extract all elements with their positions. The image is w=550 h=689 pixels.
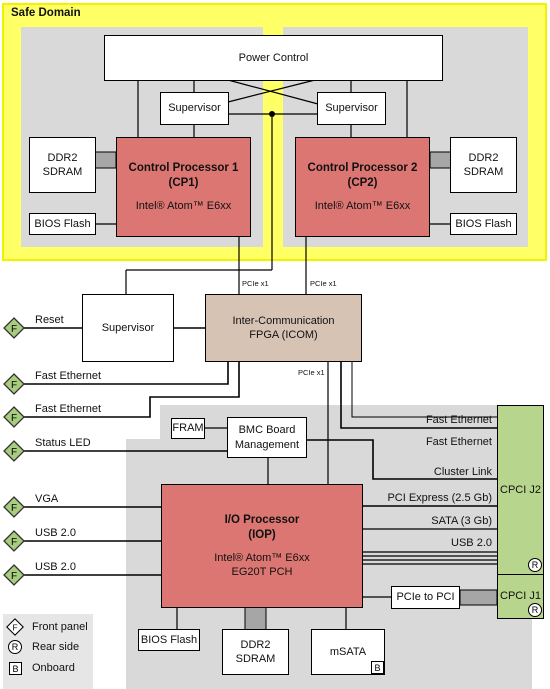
- legend-label-onboard: Onboard: [32, 662, 75, 674]
- supervisor-1-block: Supervisor: [160, 92, 229, 125]
- svg-text:F: F: [11, 503, 17, 514]
- ddr2-iop-block: DDR2 SDRAM: [222, 629, 289, 675]
- rear-badge-j1: R: [528, 603, 542, 617]
- front-panel-icon: F: [3, 496, 25, 518]
- bmc-block: BMC Board Management: [227, 417, 307, 458]
- svg-text:F: F: [11, 571, 17, 582]
- front-panel-icon: F: [3, 530, 25, 552]
- cp2-chip: Intel® Atom™ E6xx: [314, 199, 411, 212]
- svg-text:F: F: [11, 537, 17, 548]
- cp1-title: Control Processor 1: [128, 161, 239, 174]
- cp1-block: Control Processor 1 (CP1) Intel® Atom™ E…: [116, 137, 251, 237]
- front-panel-label: USB 2.0: [35, 527, 76, 539]
- onboard-badge: B: [371, 661, 384, 674]
- supervisor-2-block: Supervisor: [317, 92, 386, 125]
- cp2-block: Control Processor 2 (CP2) Intel® Atom™ E…: [295, 137, 430, 237]
- iop-abbrev: (IOP): [248, 528, 276, 541]
- front-panel-label: USB 2.0: [35, 561, 76, 573]
- front-panel-label: Fast Ethernet: [35, 403, 102, 415]
- svg-text:F: F: [11, 447, 17, 458]
- cpci-j2-connector: CPCI J2: [497, 405, 544, 575]
- pcie-to-pci-block: PCIe to PCI: [391, 586, 460, 609]
- icom-line1: Inter-Communication: [232, 314, 335, 327]
- ddr2-line1: DDR2: [240, 638, 271, 651]
- ddr2-cp1-block: DDR2 SDRAM: [29, 137, 96, 193]
- ddr2-line1: DDR2: [47, 151, 78, 164]
- bmc-line2: Management: [234, 438, 300, 451]
- rear-link-label: SATA (3 Gb): [431, 515, 492, 527]
- icom-fpga-block: Inter-Communication FPGA (ICOM): [205, 294, 362, 362]
- pcie-iop-label: PCIe x1: [298, 368, 325, 377]
- rear-link-label: Fast Ethernet: [425, 414, 492, 426]
- iop-block: I/O Processor (IOP) Intel® Atom™ E6xx EG…: [161, 484, 363, 608]
- icom-line2: FPGA (ICOM): [249, 329, 318, 341]
- ddr2-line2: SDRAM: [235, 653, 276, 665]
- rear-badge-j2: R: [528, 558, 542, 572]
- bios-flash-cp1-block: BIOS Flash: [29, 213, 96, 235]
- cp2-title: Control Processor 2: [307, 161, 418, 174]
- svg-text:F: F: [11, 380, 17, 391]
- front-panel-icon: F: [3, 564, 25, 586]
- front-panel-label: VGA: [35, 493, 59, 505]
- bios-flash-cp2-block: BIOS Flash: [450, 213, 517, 235]
- cp1-abbrev: (CP1): [168, 176, 199, 189]
- bios-flash-iop-block: BIOS Flash: [138, 629, 200, 651]
- legend-label-rear: Rear side: [32, 641, 80, 653]
- rear-side-legend-icon: R: [8, 640, 22, 654]
- ddr2-cp2-block: DDR2 SDRAM: [450, 137, 517, 193]
- bmc-line1: BMC Board: [238, 424, 296, 437]
- svg-text:F: F: [11, 413, 17, 424]
- block-diagram: Safe Domain Power Control Supervisor Sup…: [0, 0, 550, 689]
- front-panel-label: Reset: [35, 314, 64, 326]
- svg-text:F: F: [13, 623, 18, 632]
- front-panel-label: Fast Ethernet: [35, 370, 102, 382]
- legend-label-front: Front panel: [32, 621, 88, 633]
- rear-link-label: PCI Express (2.5 Gb): [387, 492, 492, 504]
- svg-text:F: F: [11, 324, 17, 335]
- front-panel-icon: F: [3, 317, 25, 339]
- iop-chip: Intel® Atom™ E6xx: [214, 551, 310, 564]
- rear-link-label: USB 2.0: [451, 537, 492, 549]
- front-panel-icon: F: [3, 440, 25, 462]
- front-panel-icon: F: [3, 406, 25, 428]
- front-panel-legend-icon: F: [6, 618, 24, 636]
- cp2-abbrev: (CP2): [347, 176, 378, 189]
- iop-pch: EG20T PCH: [231, 565, 293, 578]
- ddr2-line2: SDRAM: [42, 166, 83, 178]
- fram-block: FRAM: [171, 418, 205, 439]
- iop-title: I/O Processor: [224, 513, 300, 526]
- ddr2-line2: SDRAM: [463, 166, 504, 178]
- pcie-cp2-label: PCIe x1: [310, 279, 337, 288]
- ddr2-line1: DDR2: [468, 151, 499, 164]
- front-panel-label: Status LED: [35, 437, 91, 449]
- supervisor-main-block: Supervisor: [82, 294, 174, 362]
- onboard-legend-icon: B: [9, 662, 22, 675]
- pcie-cp1-label: PCIe x1: [242, 279, 269, 288]
- junction-dot: [269, 111, 275, 117]
- msata-label: mSATA: [329, 645, 367, 658]
- rear-link-label: Fast Ethernet: [425, 436, 492, 448]
- power-control-block: Power Control: [104, 35, 443, 81]
- rear-link-label: Cluster Link: [433, 466, 492, 478]
- front-panel-icon: F: [3, 373, 25, 395]
- cp1-chip: Intel® Atom™ E6xx: [135, 199, 232, 212]
